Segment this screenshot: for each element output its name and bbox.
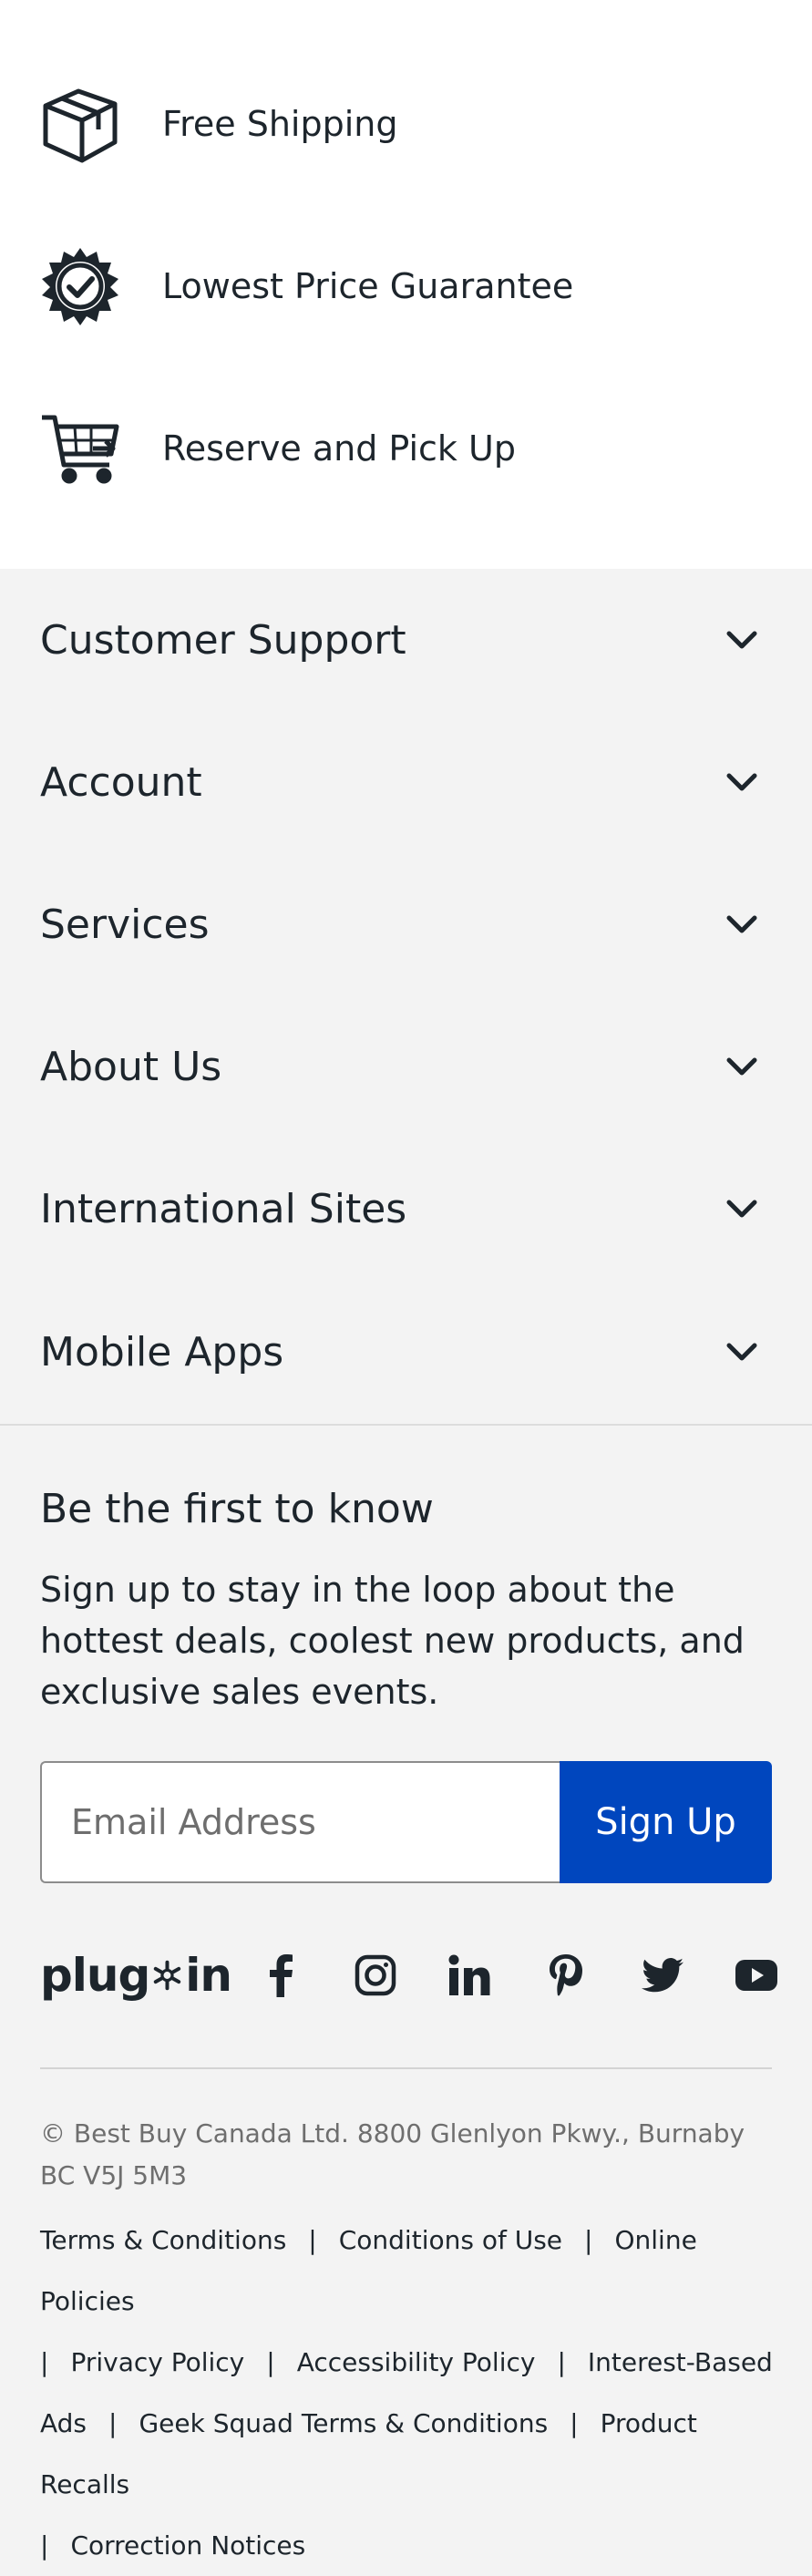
cart-icon: [40, 408, 120, 489]
footer-divider: [40, 2067, 772, 2069]
link-accessibility-policy[interactable]: Accessibility Policy: [297, 2347, 536, 2377]
benefit-lowest-price: Lowest Price Guarantee: [0, 232, 812, 341]
separator: |: [570, 2408, 579, 2438]
chevron-down-icon: [726, 773, 757, 791]
separator: |: [308, 2225, 317, 2255]
link-conditions-of-use[interactable]: Conditions of Use: [339, 2225, 562, 2255]
plug-in-logo-suffix: in: [185, 1949, 232, 2002]
chevron-down-icon: [726, 915, 757, 933]
link-geek-squad-terms[interactable]: Geek Squad Terms & Conditions: [139, 2408, 548, 2438]
separator: |: [40, 2347, 49, 2377]
accordion-services[interactable]: Services: [0, 853, 812, 997]
benefit-reserve-pickup: Reserve and Pick Up: [0, 394, 812, 503]
benefit-free-shipping: Free Shipping: [0, 69, 812, 179]
benefit-label: Reserve and Pick Up: [162, 428, 516, 469]
benefit-label: Lowest Price Guarantee: [162, 266, 574, 306]
facebook-icon[interactable]: [259, 1946, 303, 2004]
accordion-customer-support[interactable]: Customer Support: [0, 569, 812, 713]
accordion-title: Services: [40, 901, 210, 948]
chevron-down-icon: [726, 1343, 757, 1361]
separator: |: [108, 2408, 118, 2438]
email-field-wrapper: [40, 1761, 560, 1883]
link-privacy-policy[interactable]: Privacy Policy: [70, 2347, 244, 2377]
accordion-title: Mobile Apps: [40, 1328, 284, 1376]
plug-in-logo[interactable]: plug in: [40, 1946, 232, 2004]
chevron-down-icon: [726, 631, 757, 649]
asterisk-icon: [154, 1960, 181, 1991]
linkedin-icon[interactable]: [447, 1946, 492, 2004]
separator: |: [40, 2530, 49, 2561]
pinterest-icon[interactable]: [545, 1946, 587, 2004]
newsletter-description: Sign up to stay in the loop about the ho…: [40, 1570, 745, 1712]
link-terms-conditions[interactable]: Terms & Conditions: [40, 2225, 286, 2255]
plug-in-logo-text: plug: [40, 1949, 150, 2002]
accordion-mobile-apps[interactable]: Mobile Apps: [0, 1280, 812, 1426]
accordion-title: About Us: [40, 1043, 222, 1090]
accordion-title: Customer Support: [40, 616, 406, 664]
accordion-international-sites[interactable]: International Sites: [0, 1138, 812, 1282]
newsletter-title: Be the first to know: [40, 1486, 434, 1532]
separator: |: [557, 2347, 566, 2377]
accordion-title: Account: [40, 758, 202, 806]
link-correction-notices[interactable]: Correction Notices: [70, 2530, 305, 2561]
separator: |: [584, 2225, 593, 2255]
youtube-icon[interactable]: [735, 1946, 778, 2004]
accordion-title: International Sites: [40, 1185, 407, 1232]
instagram-icon[interactable]: [354, 1946, 397, 2004]
copyright-text: © Best Buy Canada Ltd. 8800 Glenlyon Pkw…: [40, 2118, 745, 2190]
chevron-down-icon: [726, 1200, 757, 1218]
box-icon: [40, 84, 120, 164]
separator: |: [266, 2347, 275, 2377]
accordion-about-us[interactable]: About Us: [0, 995, 812, 1139]
sign-up-button[interactable]: Sign Up: [560, 1761, 772, 1883]
benefit-label: Free Shipping: [162, 104, 398, 144]
chevron-down-icon: [726, 1057, 757, 1076]
twitter-icon[interactable]: [641, 1946, 684, 2004]
accordion-account[interactable]: Account: [0, 711, 812, 855]
email-field[interactable]: [42, 1763, 560, 1881]
legal-links: Terms & Conditions | Conditions of Use | Onl…: [40, 2210, 787, 2576]
badge-check-icon: [40, 246, 120, 326]
benefits-section: Free Shipping Lowest Price Guarantee Res…: [0, 0, 812, 569]
